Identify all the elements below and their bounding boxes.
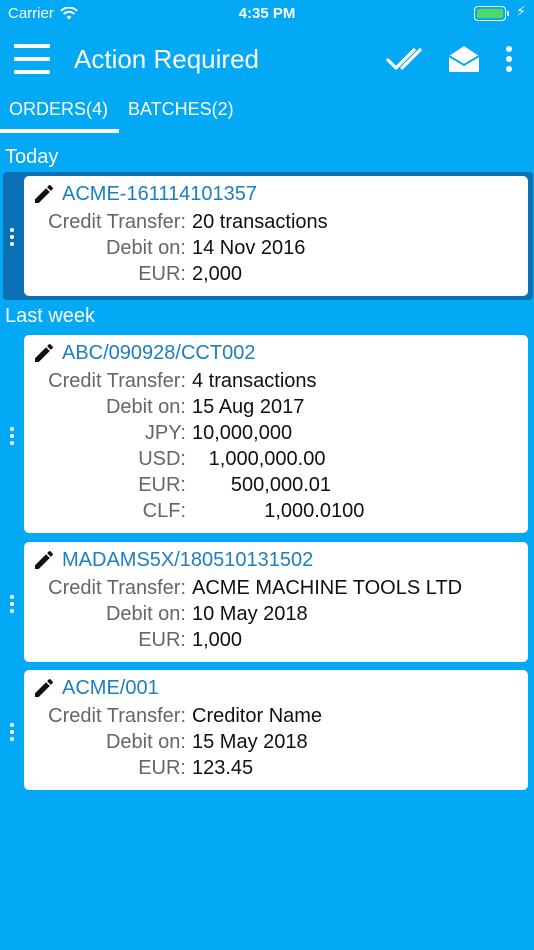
detail-row: JPY: 10,000,000 (24, 422, 528, 448)
order-item[interactable]: MADAMS5X/180510131502 Credit Transfer: AC… (0, 542, 534, 662)
card-header: ACME/001 (32, 676, 159, 700)
detail-label: Debit on: (105, 603, 186, 625)
detail-value: 10,000,000 (192, 422, 293, 444)
detail-label: EUR: (138, 757, 186, 779)
detail-value: 20 transactions (192, 211, 328, 233)
detail-label: Debit on: (105, 731, 186, 753)
tab-bar: ORDERS(4) BATCHES(2) (0, 92, 534, 134)
pencil-icon[interactable] (32, 676, 56, 700)
detail-label: Credit Transfer: (48, 370, 186, 392)
menu-icon[interactable] (14, 44, 50, 74)
order-item[interactable]: ACME/001 Credit Transfer: Creditor Name D… (0, 670, 534, 790)
card-header: ABC/090928/CCT002 (32, 341, 255, 365)
detail-value: ACME MACHINE TOOLS LTD (192, 577, 463, 599)
order-card[interactable]: MADAMS5X/180510131502 Credit Transfer: AC… (24, 542, 528, 662)
detail-row: Debit on: 14 Nov 2016 (24, 237, 528, 263)
detail-row: CLF: 1,000.0100 (24, 500, 528, 526)
detail-value: 15 Aug 2017 (192, 396, 305, 418)
card-header: ACME-161114101357 (32, 182, 257, 206)
page-title: Action Required (74, 44, 259, 74)
tab-batches[interactable]: BATCHES(2) (128, 99, 234, 120)
pencil-icon[interactable] (32, 548, 56, 572)
order-reference[interactable]: ACME-161114101357 (62, 183, 257, 206)
detail-value: 14 Nov 2016 (192, 237, 306, 259)
detail-label: JPY: (144, 422, 186, 444)
detail-value: 2,000 (192, 263, 243, 285)
order-card[interactable]: ACME-161114101357 Credit Transfer: 20 tra… (24, 176, 528, 296)
detail-label: Credit Transfer: (48, 705, 186, 727)
detail-label: EUR: (138, 474, 186, 496)
detail-row: Credit Transfer: 20 transactions (24, 211, 528, 237)
tab-orders[interactable]: ORDERS(4) (9, 99, 108, 120)
detail-value: 1,000,000.00 (192, 448, 326, 470)
detail-row: EUR: 123.45 (24, 757, 528, 783)
double-check-icon[interactable] (386, 42, 426, 76)
detail-row: Debit on: 15 Aug 2017 (24, 396, 528, 422)
detail-value: 10 May 2018 (192, 603, 308, 625)
charging-icon: ⚡ (516, 3, 526, 19)
order-card[interactable]: ABC/090928/CCT002 Credit Transfer: 4 tran… (24, 335, 528, 533)
drag-handle-icon[interactable] (10, 228, 14, 246)
more-vert-icon[interactable] (500, 42, 518, 76)
detail-value: 500,000.01 (192, 474, 331, 496)
order-reference[interactable]: ABC/090928/CCT002 (62, 342, 255, 365)
detail-value: 15 May 2018 (192, 731, 308, 753)
detail-value: 1,000.0100 (192, 500, 365, 522)
tab-indicator (0, 129, 119, 133)
detail-row: Credit Transfer: 4 transactions (24, 370, 528, 396)
detail-label: Debit on: (105, 237, 186, 259)
drag-handle-icon[interactable] (10, 595, 14, 613)
detail-value: 1,000 (192, 629, 243, 651)
drag-handle-icon[interactable] (10, 427, 14, 445)
detail-row: Debit on: 15 May 2018 (24, 731, 528, 757)
detail-row: Debit on: 10 May 2018 (24, 603, 528, 629)
battery-icon (474, 6, 509, 21)
order-card[interactable]: ACME/001 Credit Transfer: Creditor Name D… (24, 670, 528, 790)
detail-row: EUR: 500,000.01 (24, 474, 528, 500)
status-bar: Carrier 4:35 PM ⚡ (0, 0, 534, 28)
detail-row: Credit Transfer: Creditor Name (24, 705, 528, 731)
detail-label: Credit Transfer: (48, 577, 186, 599)
detail-value: 123.45 (192, 757, 254, 779)
detail-row: EUR: 1,000 (24, 629, 528, 655)
clock: 4:35 PM (238, 5, 296, 22)
detail-row: USD: 1,000,000.00 (24, 448, 528, 474)
open-envelope-icon[interactable] (446, 42, 482, 76)
detail-label: Debit on: (105, 396, 186, 418)
order-item-selected[interactable]: ACME-161114101357 Credit Transfer: 20 tra… (3, 172, 533, 300)
section-header-last-week: Last week (5, 305, 96, 327)
detail-row: EUR: 2,000 (24, 263, 528, 289)
detail-label: USD: (138, 448, 186, 470)
detail-value: 4 transactions (192, 370, 317, 392)
order-reference[interactable]: MADAMS5X/180510131502 (62, 549, 313, 572)
detail-label: EUR: (138, 629, 186, 651)
detail-label: CLF: (142, 500, 186, 522)
pencil-icon[interactable] (32, 341, 56, 365)
detail-row: Credit Transfer: ACME MACHINE TOOLS LTD (24, 577, 528, 603)
order-reference[interactable]: ACME/001 (62, 677, 159, 700)
detail-value: Creditor Name (192, 705, 323, 727)
detail-label: Credit Transfer: (48, 211, 186, 233)
drag-handle-icon[interactable] (10, 723, 14, 741)
card-header: MADAMS5X/180510131502 (32, 548, 313, 572)
order-item[interactable]: ABC/090928/CCT002 Credit Transfer: 4 tran… (0, 335, 534, 533)
section-header-today: Today (5, 146, 59, 168)
detail-label: EUR: (138, 263, 186, 285)
app-bar: Action Required (0, 28, 534, 92)
pencil-icon[interactable] (32, 182, 56, 206)
